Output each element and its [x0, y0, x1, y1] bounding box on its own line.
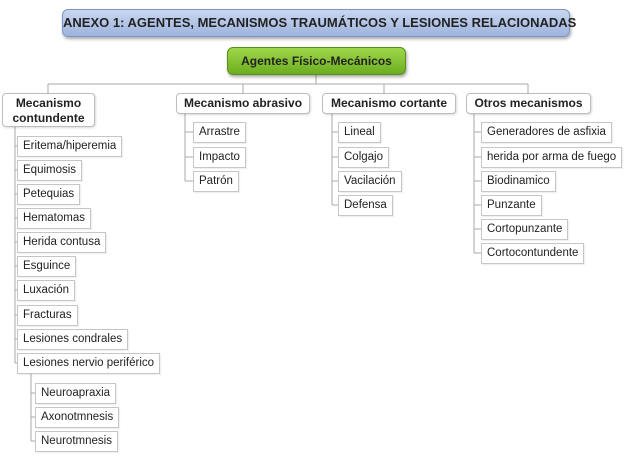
list-item: Herida contusa [17, 232, 107, 253]
list-item: Punzante [481, 195, 542, 216]
branch-header-cortante: Mecanismo cortante [322, 93, 456, 114]
branch-header-otros: Otros mecanismos [466, 93, 591, 114]
list-item: Petequias [17, 184, 81, 205]
list-item: Lesiones condrales [17, 329, 129, 350]
list-item: Vacilación [338, 171, 402, 192]
list-item: Fracturas [17, 305, 78, 326]
branch-header-abrasivo: Mecanismo abrasivo [176, 93, 310, 114]
list-item: Equimosis [17, 160, 83, 181]
diagram-title: ANEXO 1: AGENTES, MECANISMOS TRAUMÁTICOS… [62, 9, 576, 37]
list-item: Patrón [193, 171, 239, 192]
list-item: Generadores de asfixia [481, 122, 612, 143]
list-item: herida por arma de fuego [481, 147, 623, 168]
list-item: Lineal [338, 122, 381, 143]
root-node: Agentes Físico-Mecánicos [227, 47, 406, 75]
branch-header-line: Mecanismo [15, 96, 82, 110]
sub-list-item: Neurotmnesis [35, 431, 118, 452]
branch-header-contundente: Mecanismo contundente [2, 93, 95, 127]
list-item: Arrastre [193, 122, 246, 143]
list-item: Luxación [17, 280, 76, 301]
list-item: Cortopunzante [481, 219, 569, 240]
branch-header-line: contundente [12, 111, 85, 125]
list-item: Esguince [17, 256, 77, 277]
list-item: Defensa [338, 195, 393, 216]
list-item: Lesiones nervio periférico [17, 353, 161, 374]
list-item: Hematomas [17, 208, 91, 229]
list-item: Eritema/hiperemia [17, 136, 123, 157]
sub-list-item: Axonotmnesis [35, 407, 120, 428]
list-item: Biodinamico [481, 171, 556, 192]
list-item: Colgajo [338, 147, 389, 168]
sub-list-item: Neuroapraxia [35, 383, 117, 404]
list-item: Impacto [193, 147, 246, 168]
list-item: Cortocontundente [481, 243, 585, 264]
concept-map: ANEXO 1: AGENTES, MECANISMOS TRAUMÁTICOS… [0, 0, 640, 462]
